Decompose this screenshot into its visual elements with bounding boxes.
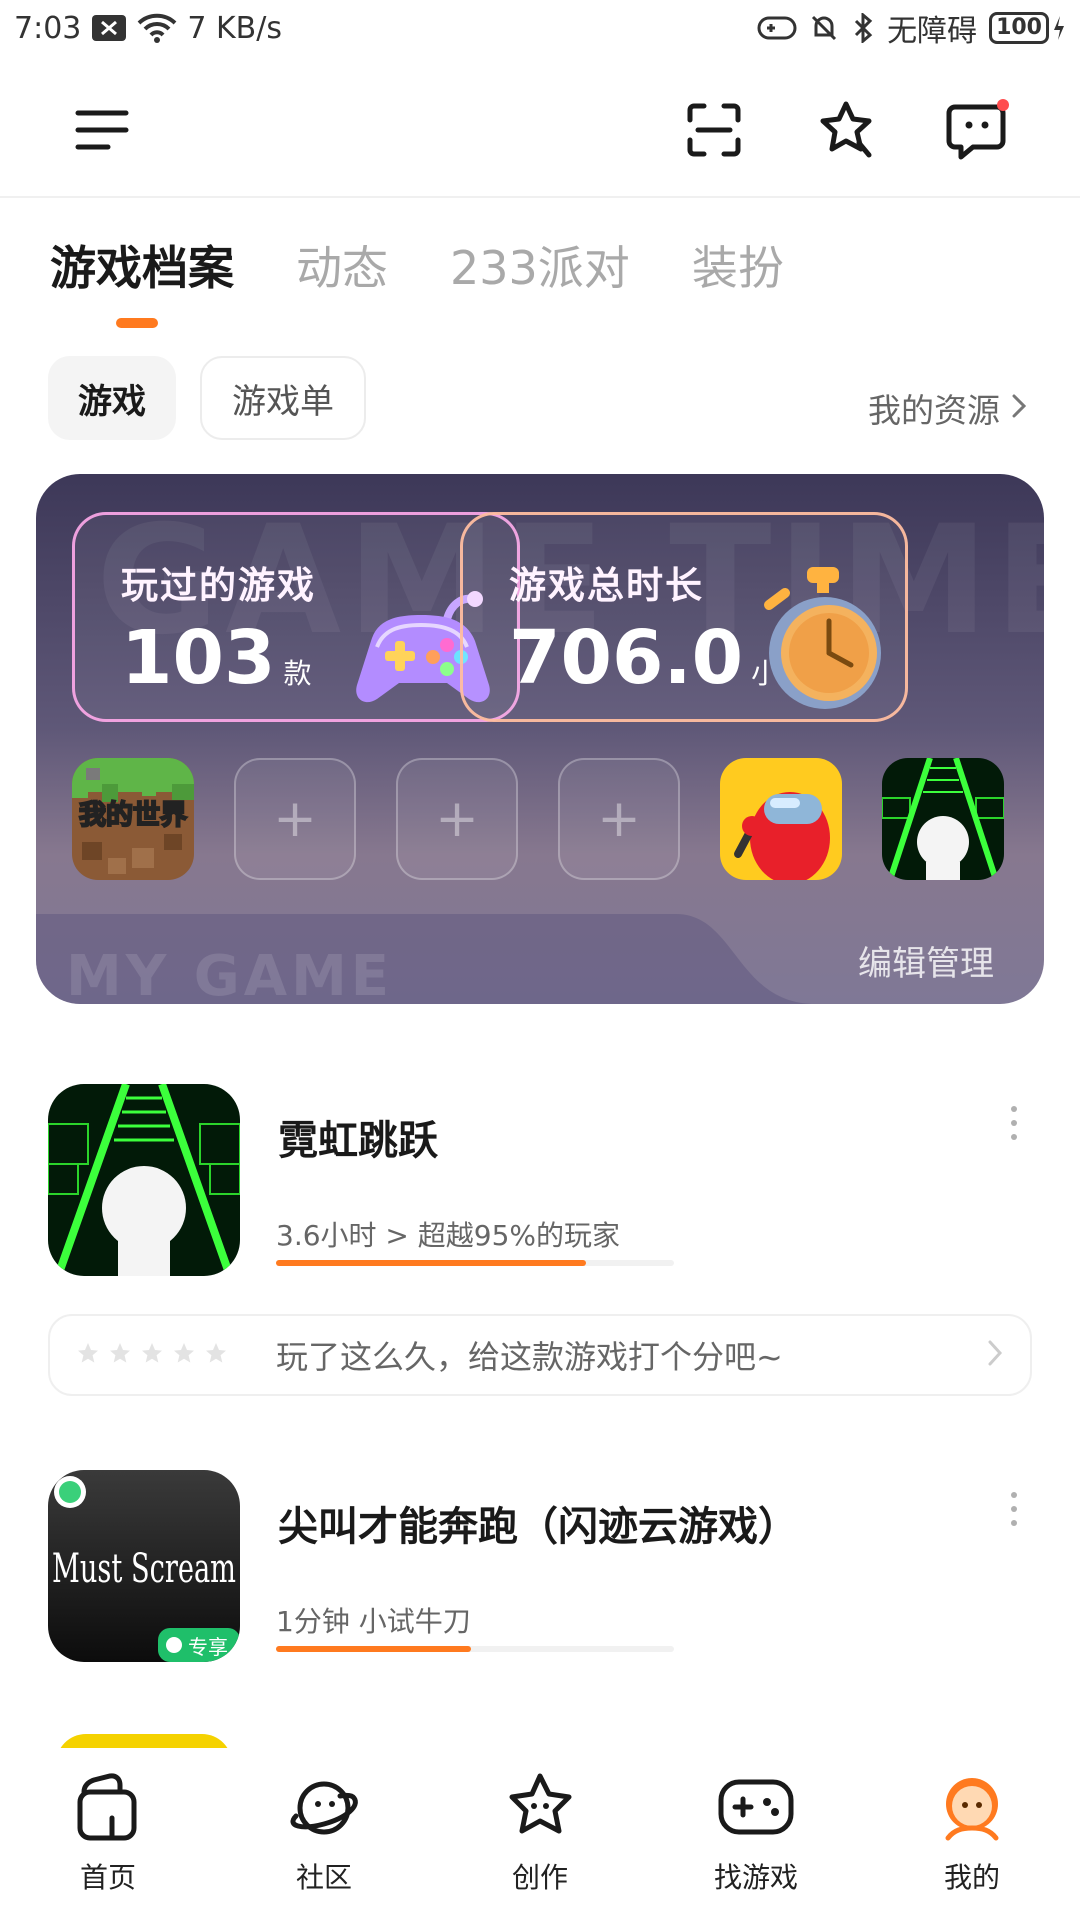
neon-jump-thumbnail	[48, 1084, 240, 1276]
star-outline-icon[interactable]	[108, 1341, 132, 1369]
playtime-progress-fill	[276, 1260, 587, 1266]
bluetooth-icon	[851, 13, 875, 43]
exclusive-badge-text: 专享	[188, 1635, 228, 1659]
main-tabs: 游戏档案 动态 233派对 装扮	[50, 232, 846, 298]
edit-manage-button[interactable]: 编辑管理	[858, 936, 994, 985]
scan-icon[interactable]	[676, 92, 752, 168]
game-list-item[interactable]: 霓虹跳跃 3.6小时 > 超越95%的玩家	[0, 1084, 1080, 1284]
must-scream-thumbnail: Must Scream 专享	[48, 1470, 240, 1662]
top-bar	[0, 70, 1080, 190]
played-games-label: 玩过的游戏	[121, 564, 316, 607]
bottom-navigation: 首页 社区 创作 找游戏 我的	[0, 1748, 1080, 1920]
menu-icon[interactable]	[64, 92, 140, 168]
must-scream-logo-text: Must Scream	[52, 1546, 236, 1592]
my-resources-link[interactable]: 我的资源	[868, 384, 1028, 432]
home-icon	[72, 1772, 144, 1848]
tab-game-archive[interactable]: 游戏档案	[50, 232, 234, 298]
subtab-game-lists[interactable]: 游戏单	[200, 356, 366, 440]
rating-stars[interactable]	[76, 1341, 228, 1369]
rating-prompt-text: 玩了这么久，给这款游戏打个分吧~	[276, 1338, 783, 1376]
watermark-my-game: MY GAME	[66, 944, 394, 1004]
playtime-progress-track	[276, 1646, 674, 1652]
game-stats-card: GAME TIME 玩过的游戏 103 款 游戏总时长 706.0 我的世界 +…	[36, 474, 1044, 1004]
header-divider	[0, 196, 1080, 198]
more-options-icon[interactable]	[1004, 1492, 1024, 1526]
nav-mine-label: 我的	[943, 1861, 1000, 1894]
tab-dress-up[interactable]: 装扮	[692, 232, 784, 298]
star-outline-icon[interactable]	[76, 1341, 100, 1369]
nav-find-games[interactable]: 找游戏	[648, 1748, 864, 1920]
game-playtime-meta: 3.6小时 > 超越95%的玩家	[276, 1219, 621, 1252]
sub-tabs: 游戏 游戏单	[48, 356, 366, 440]
played-games-count: 103	[121, 615, 276, 701]
game-title: 霓虹跳跃	[278, 1118, 438, 1164]
nav-create-label: 创作	[511, 1861, 568, 1894]
battery-icon: 100	[989, 12, 1066, 44]
empty-slot-add[interactable]: +	[396, 758, 518, 880]
status-time: 7:03	[14, 10, 82, 46]
played-games-box[interactable]: 玩过的游戏 103 款	[72, 512, 520, 722]
game-list-item[interactable]: Must Scream 专享 尖叫才能奔跑（闪迹云游戏） 1分钟 小试牛刀	[0, 1470, 1080, 1670]
star-create-icon	[502, 1772, 578, 1848]
total-playtime-value: 706.0	[509, 615, 744, 701]
star-outline-icon[interactable]	[204, 1341, 228, 1369]
accessibility-label: 无障碍	[887, 14, 978, 49]
nav-community-label: 社区	[295, 1861, 352, 1894]
status-bar: 7:03 7 KB/s 无障碍 100	[0, 0, 1080, 56]
tab-233-party[interactable]: 233派对	[450, 232, 630, 298]
empty-slot-add[interactable]: +	[558, 758, 680, 880]
message-icon[interactable]	[940, 92, 1016, 168]
notification-x-icon	[91, 14, 127, 42]
planet-icon	[284, 1772, 364, 1848]
screen: 7:03 7 KB/s 无障碍 100 游戏档案 动态 233派对 装扮 游戏 …	[0, 0, 1080, 1920]
nav-home[interactable]: 首页	[0, 1748, 216, 1920]
minecraft-logo-text: 我的世界	[79, 799, 187, 831]
nav-community[interactable]: 社区	[216, 1748, 432, 1920]
slot-among-us[interactable]	[720, 758, 842, 880]
pinned-game-slots: 我的世界 + + +	[72, 758, 1004, 880]
played-games-unit: 款	[283, 657, 312, 690]
rating-prompt-bar[interactable]: 玩了这么久，给这款游戏打个分吧~	[48, 1314, 1032, 1396]
active-tab-indicator	[116, 318, 158, 328]
nav-home-label: 首页	[79, 1861, 136, 1894]
chevron-right-icon	[986, 1338, 1004, 1372]
my-resources-label: 我的资源	[868, 391, 1000, 430]
star-outline-icon[interactable]	[140, 1341, 164, 1369]
subtab-games[interactable]: 游戏	[48, 356, 176, 440]
playtime-progress-track	[276, 1260, 674, 1266]
total-playtime-box[interactable]: 游戏总时长 706.0 小时	[460, 512, 908, 722]
nav-create[interactable]: 创作	[432, 1748, 648, 1920]
empty-slot-add[interactable]: +	[234, 758, 356, 880]
wifi-icon	[137, 13, 177, 43]
slot-neon-jump[interactable]	[882, 758, 1004, 880]
game-title: 尖叫才能奔跑（闪迹云游戏）	[278, 1504, 798, 1550]
nav-find-games-label: 找游戏	[713, 1861, 798, 1894]
nav-mine[interactable]: 我的	[864, 1748, 1080, 1920]
gamepad-status-icon	[757, 14, 797, 42]
more-options-icon[interactable]	[1004, 1106, 1024, 1140]
battery-level: 100	[989, 12, 1049, 44]
total-playtime-label: 游戏总时长	[509, 564, 704, 607]
tab-dynamics[interactable]: 动态	[296, 232, 388, 298]
gamepad-icon	[715, 1772, 797, 1848]
star-outline-icon[interactable]	[172, 1341, 196, 1369]
profile-icon	[936, 1772, 1008, 1848]
star-icon[interactable]	[808, 92, 884, 168]
bell-muted-icon	[809, 13, 839, 43]
game-playtime-meta: 1分钟 小试牛刀	[276, 1605, 471, 1638]
playtime-progress-fill	[276, 1646, 472, 1652]
stopwatch-art-icon	[749, 561, 889, 715]
chevron-right-icon	[1010, 389, 1028, 428]
slot-minecraft[interactable]: 我的世界	[72, 758, 194, 880]
net-speed: 7 KB/s	[187, 10, 282, 46]
